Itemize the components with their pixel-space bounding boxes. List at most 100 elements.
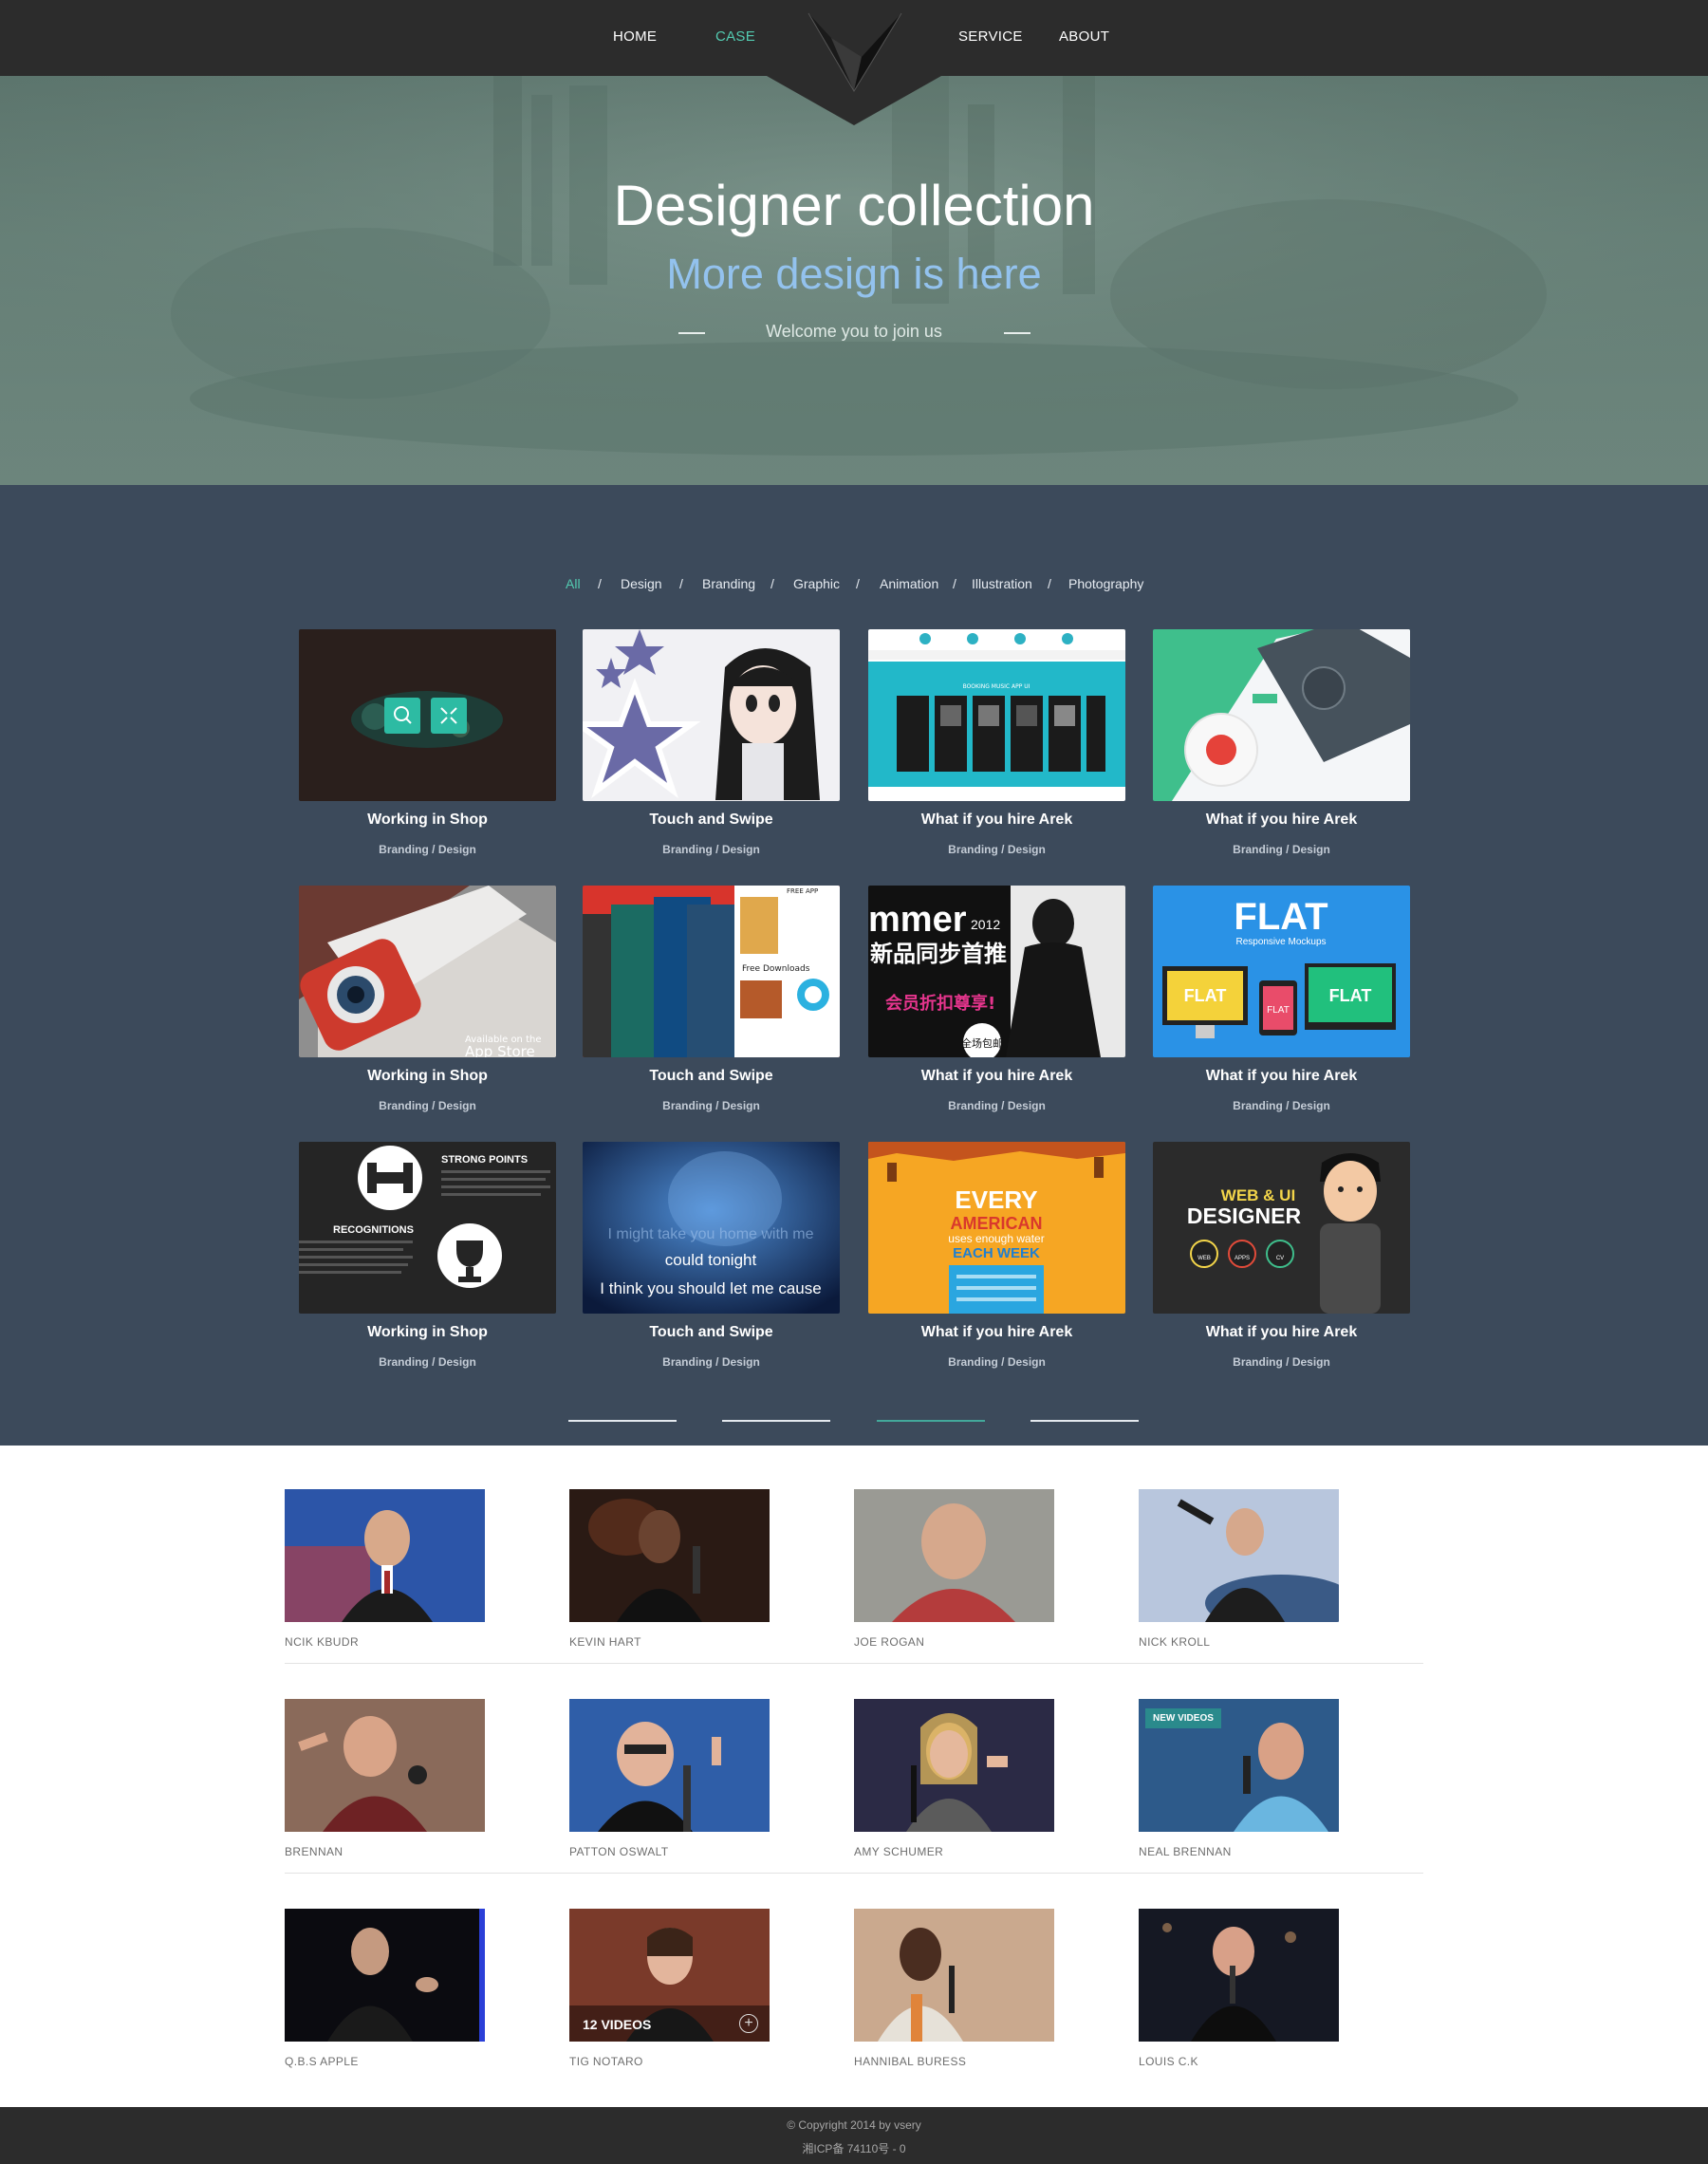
person-photo[interactable]: [285, 1489, 485, 1622]
footer-icp[interactable]: 湘ICP备 74110号 - 0: [0, 2140, 1708, 2156]
filter-design[interactable]: Design: [621, 576, 662, 591]
case-tag: Branding / Design: [662, 1099, 760, 1112]
filter-all[interactable]: All: [566, 576, 581, 591]
case-card[interactable]: Available on the App Store Working in Sh…: [299, 886, 556, 1112]
case-card[interactable]: WEB & UI DESIGNER WEB APPS CV What if yo…: [1153, 1142, 1410, 1369]
svg-text:EVERY: EVERY: [955, 1185, 1037, 1214]
person-card[interactable]: NEW VIDEOS NEAL BRENNAN: [1139, 1699, 1339, 1858]
person-photo[interactable]: 12 VIDEOS +: [569, 1909, 770, 2042]
case-thumbnail[interactable]: STRONG POINTS RECOGNITIONS: [299, 1142, 556, 1314]
case-card[interactable]: Free Downloads FREE APP Touch and Swipe …: [583, 886, 840, 1112]
person-photo[interactable]: [1139, 1909, 1339, 2042]
person-photo[interactable]: NEW VIDEOS: [1139, 1699, 1339, 1832]
svg-text:I think you should let me caus: I think you should let me cause: [600, 1279, 821, 1297]
case-card[interactable]: Working in Shop Branding / Design: [299, 629, 556, 856]
case-card[interactable]: mmer 2012 新品同步首推 会员折扣尊享! 全场包邮 What if yo…: [868, 886, 1125, 1112]
pager-dot[interactable]: [1030, 1420, 1139, 1422]
case-title[interactable]: What if you hire Arek: [1153, 1068, 1410, 1085]
person-name: KEVIN HART: [569, 1635, 641, 1649]
case-title[interactable]: Touch and Swipe: [583, 812, 840, 829]
case-card[interactable]: What if you hire Arek Branding / Design: [1153, 629, 1410, 856]
person-photo[interactable]: [285, 1909, 485, 2042]
case-thumbnail[interactable]: Available on the App Store: [299, 886, 556, 1057]
hero-banner: Designer collection More design is here …: [0, 76, 1708, 485]
person-name: JOE ROGAN: [854, 1635, 925, 1649]
case-title[interactable]: Touch and Swipe: [583, 1324, 840, 1341]
case-thumbnail[interactable]: EVERY AMERICAN uses enough water EACH WE…: [868, 1142, 1125, 1314]
case-card[interactable]: Touch and Swipe Branding / Design: [583, 629, 840, 856]
person-name: NICK KROLL: [1139, 1635, 1211, 1649]
plus-icon[interactable]: +: [739, 2014, 758, 2033]
case-card[interactable]: STRONG POINTS RECOGNITIONS Working in Sh…: [299, 1142, 556, 1369]
person-photo[interactable]: [285, 1699, 485, 1832]
case-thumbnail[interactable]: mmer 2012 新品同步首推 会员折扣尊享! 全场包邮: [868, 886, 1125, 1057]
svg-text:FREE APP: FREE APP: [787, 887, 818, 895]
case-tag: Branding / Design: [662, 1355, 760, 1369]
person-card[interactable]: Q.B.S APPLE: [285, 1909, 485, 2068]
person-card[interactable]: JOE ROGAN: [854, 1489, 1054, 1649]
svg-text:2012: 2012: [971, 917, 1000, 932]
case-card[interactable]: EVERY AMERICAN uses enough water EACH WE…: [868, 1142, 1125, 1369]
pager-dot-active[interactable]: [877, 1420, 985, 1422]
expand-icon-button: [431, 698, 467, 734]
footer-copyright: © Copyright 2014 by vsery: [787, 2118, 921, 2132]
case-title[interactable]: Working in Shop: [299, 1324, 556, 1341]
person-card[interactable]: KEVIN HART: [569, 1489, 770, 1649]
case-thumbnail[interactable]: Free Downloads FREE APP: [583, 886, 840, 1057]
person-photo[interactable]: [569, 1699, 770, 1832]
nav-service[interactable]: SERVICE: [958, 28, 1023, 45]
pager-dot[interactable]: [568, 1420, 677, 1422]
person-card[interactable]: LOUIS C.K: [1139, 1909, 1339, 2068]
case-title[interactable]: Touch and Swipe: [583, 1068, 840, 1085]
person-photo[interactable]: [854, 1909, 1054, 2042]
person-photo[interactable]: [569, 1489, 770, 1622]
person-card[interactable]: NCIK KBUDR: [285, 1489, 485, 1649]
case-thumbnail[interactable]: I might take you home with me could toni…: [583, 1142, 840, 1314]
filter-branding[interactable]: Branding: [702, 576, 755, 591]
filter-animation[interactable]: Animation: [880, 576, 938, 591]
video-count-label: 12 VIDEOS: [583, 2017, 652, 2032]
case-title[interactable]: What if you hire Arek: [868, 812, 1125, 829]
case-thumbnail[interactable]: BOOKING MUSIC APP UI: [868, 629, 1125, 801]
nav-case[interactable]: CASE: [715, 28, 755, 45]
case-thumbnail[interactable]: [299, 629, 556, 801]
person-card[interactable]: NICK KROLL: [1139, 1489, 1339, 1649]
case-card[interactable]: FLAT Responsive Mockups FLAT FLAT FLAT W…: [1153, 886, 1410, 1112]
pager-dot[interactable]: [722, 1420, 830, 1422]
person-photo[interactable]: [1139, 1489, 1339, 1622]
person-card[interactable]: BRENNAN: [285, 1699, 485, 1858]
person-card[interactable]: AMY SCHUMER: [854, 1699, 1054, 1858]
person-name: LOUIS C.K: [1139, 2055, 1198, 2068]
case-thumbnail[interactable]: [583, 629, 840, 801]
filter-graphic[interactable]: Graphic: [793, 576, 840, 591]
case-title[interactable]: What if you hire Arek: [868, 1324, 1125, 1341]
hero-line-right: [1004, 332, 1030, 334]
case-title[interactable]: What if you hire Arek: [1153, 1324, 1410, 1341]
case-card[interactable]: I might take you home with me could toni…: [583, 1142, 840, 1369]
svg-text:RECOGNITIONS: RECOGNITIONS: [333, 1224, 414, 1236]
case-tag: Branding / Design: [379, 1099, 476, 1112]
person-card[interactable]: HANNIBAL BURESS: [854, 1909, 1054, 2068]
person-photo[interactable]: [854, 1699, 1054, 1832]
case-title[interactable]: What if you hire Arek: [868, 1068, 1125, 1085]
case-thumbnail[interactable]: [1153, 629, 1410, 801]
svg-text:Responsive Mockups: Responsive Mockups: [1235, 937, 1326, 947]
case-card[interactable]: BOOKING MUSIC APP UI What if you hire Ar…: [868, 629, 1125, 856]
case-thumbnail[interactable]: WEB & UI DESIGNER WEB APPS CV: [1153, 1142, 1410, 1314]
case-title[interactable]: Working in Shop: [299, 1068, 556, 1085]
nav-home[interactable]: HOME: [613, 28, 657, 45]
case-thumbnail[interactable]: FLAT Responsive Mockups FLAT FLAT FLAT: [1153, 886, 1410, 1057]
row-divider: [285, 1873, 1423, 1874]
person-card[interactable]: PATTON OSWALT: [569, 1699, 770, 1858]
case-tag: Branding / Design: [662, 843, 760, 856]
svg-text:FLAT: FLAT: [1267, 1005, 1290, 1016]
filter-photography[interactable]: Photography: [1068, 576, 1143, 591]
person-photo[interactable]: [854, 1489, 1054, 1622]
filter-illustration[interactable]: Illustration: [972, 576, 1032, 591]
footer: © Copyright 2014 by vsery 湘ICP备 74110号 -…: [0, 2107, 1708, 2164]
case-title[interactable]: Working in Shop: [299, 812, 556, 829]
svg-text:CV: CV: [1276, 1256, 1284, 1261]
case-title[interactable]: What if you hire Arek: [1153, 812, 1410, 829]
nav-about[interactable]: ABOUT: [1059, 28, 1109, 45]
person-card[interactable]: 12 VIDEOS + TIG NOTARO: [569, 1909, 770, 2068]
